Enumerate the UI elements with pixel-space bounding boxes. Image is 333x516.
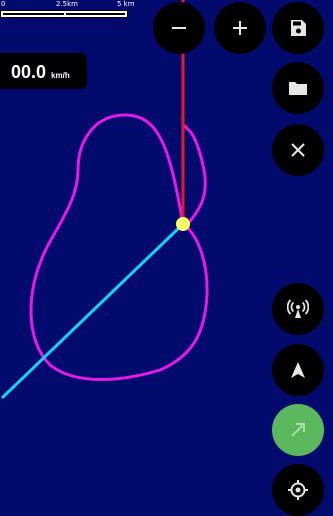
antenna-icon: [287, 299, 309, 318]
zoom-in-button[interactable]: [214, 2, 266, 54]
zoom-out-button[interactable]: [153, 2, 205, 54]
scale-track: [0, 10, 128, 18]
save-button[interactable]: [272, 2, 324, 54]
folder-icon: [289, 82, 307, 95]
plus-icon: [233, 21, 247, 35]
speed-display: 00.0 km/h: [0, 53, 87, 89]
scale-segment-1: [3, 13, 64, 15]
navigation-arrow-icon: [291, 362, 305, 378]
open-folder-button[interactable]: [272, 62, 324, 114]
close-button[interactable]: [272, 124, 324, 176]
navigate-button[interactable]: [272, 344, 324, 396]
crosshair-icon: [288, 480, 308, 500]
locate-button[interactable]: [272, 464, 324, 516]
speed-value: 00.0: [11, 62, 47, 82]
scale-bar: 0 2.5km 5 km: [0, 0, 135, 22]
arrow-up-right-icon: [291, 423, 305, 437]
scale-label-mid: 2.5km: [56, 0, 79, 8]
scale-label-end: 5 km: [117, 0, 135, 8]
speed-unit: km/h: [51, 71, 70, 80]
close-icon: [291, 143, 305, 157]
scale-label-start: 0: [1, 0, 6, 8]
minus-icon: [172, 27, 186, 29]
floppy-disk-icon: [291, 20, 306, 36]
route-outline: [29, 113, 209, 381]
direction-button[interactable]: [272, 404, 324, 456]
antenna-button[interactable]: [272, 283, 324, 335]
scale-segment-2: [66, 13, 125, 15]
position-marker[interactable]: [176, 217, 190, 231]
